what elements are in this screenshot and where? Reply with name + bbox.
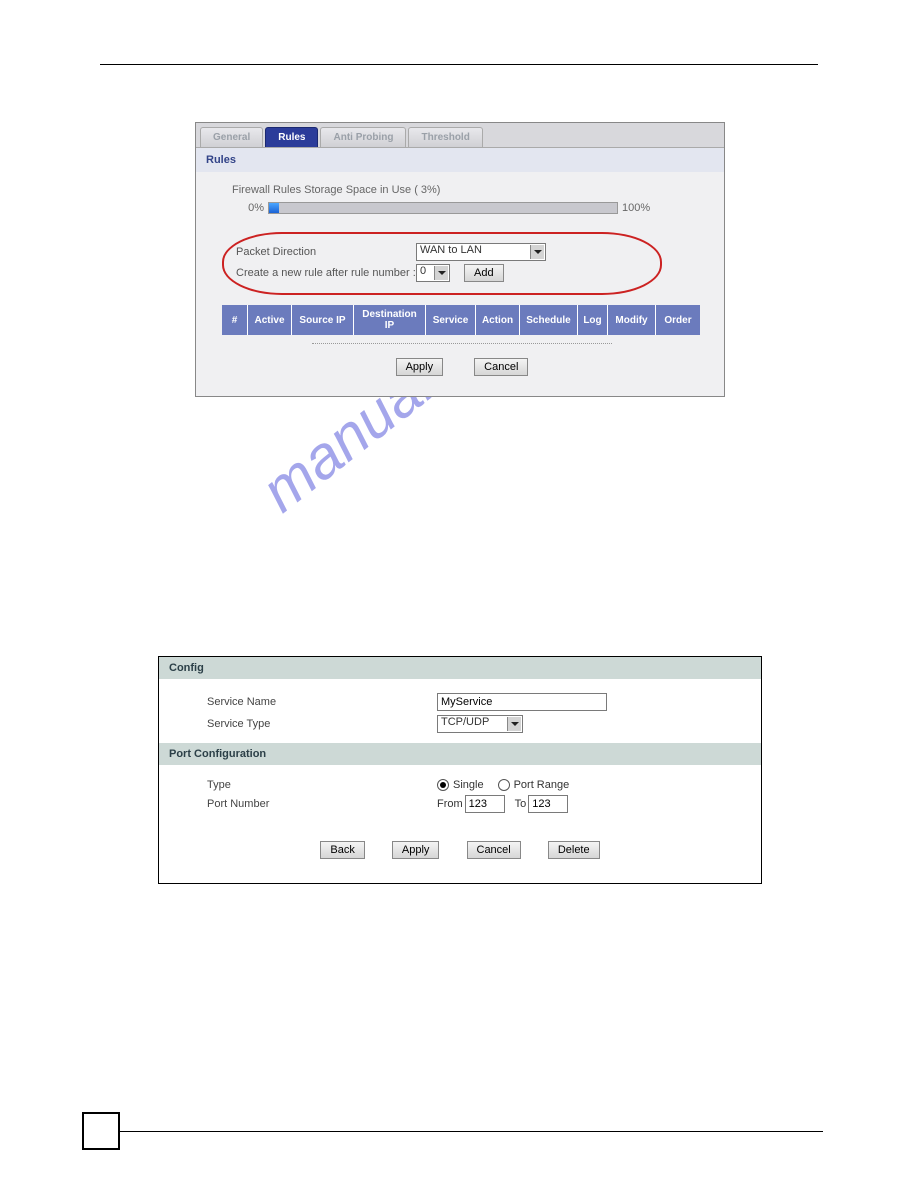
packet-direction-select[interactable]: WAN to LAN xyxy=(416,243,546,261)
storage-progress: 0% 100% xyxy=(240,202,702,214)
footer-rule xyxy=(120,1131,823,1132)
chevron-down-icon xyxy=(530,245,544,259)
col-active: Active xyxy=(248,305,292,335)
footer-page-box xyxy=(82,1112,120,1150)
config-section-header: Config xyxy=(159,657,761,679)
panel2-button-row: Back Apply Cancel Delete xyxy=(159,823,761,859)
radio-single[interactable]: Single xyxy=(437,779,484,791)
col-schedule: Schedule xyxy=(520,305,578,335)
tab-bar: General Rules Anti Probing Threshold xyxy=(196,123,724,148)
col-num: # xyxy=(222,305,248,335)
rules-section-header: Rules xyxy=(196,148,724,172)
page-top-rule xyxy=(100,64,818,65)
port-to-input[interactable] xyxy=(528,795,568,813)
rule-number-value: 0 xyxy=(420,265,426,277)
progress-track xyxy=(268,202,618,214)
packet-direction-value: WAN to LAN xyxy=(420,244,482,256)
col-log: Log xyxy=(578,305,608,335)
col-source-ip: Source IP xyxy=(292,305,354,335)
apply-button[interactable]: Apply xyxy=(396,358,444,376)
chevron-down-icon xyxy=(507,717,521,731)
radio-icon xyxy=(437,779,449,791)
radio-port-range[interactable]: Port Range xyxy=(498,779,570,791)
col-action: Action xyxy=(476,305,520,335)
radio-icon xyxy=(498,779,510,791)
add-button[interactable]: Add xyxy=(464,264,504,282)
col-service: Service xyxy=(426,305,476,335)
radio-single-label: Single xyxy=(453,779,484,791)
service-type-select[interactable]: TCP/UDP xyxy=(437,715,523,733)
rules-body: Firewall Rules Storage Space in Use ( 3%… xyxy=(196,172,724,396)
progress-fill xyxy=(269,203,279,213)
service-name-label: Service Name xyxy=(207,696,437,708)
col-order: Order xyxy=(656,305,700,335)
dotted-divider xyxy=(312,343,612,344)
panel1-button-row: Apply Cancel xyxy=(222,352,702,382)
apply-button[interactable]: Apply xyxy=(392,841,440,859)
delete-button[interactable]: Delete xyxy=(548,841,600,859)
service-type-value: TCP/UDP xyxy=(441,716,489,728)
port-number-label: Port Number xyxy=(207,798,437,810)
chevron-down-icon xyxy=(434,266,448,280)
tab-general[interactable]: General xyxy=(200,127,263,147)
port-config-section-header: Port Configuration xyxy=(159,743,761,765)
from-label: From xyxy=(437,798,463,810)
storage-usage-label: Firewall Rules Storage Space in Use ( 3%… xyxy=(232,184,702,196)
packet-direction-label: Packet Direction xyxy=(236,246,416,258)
rule-number-select[interactable]: 0 xyxy=(416,264,450,282)
tab-threshold[interactable]: Threshold xyxy=(408,127,482,147)
create-rule-label: Create a new rule after rule number : xyxy=(236,267,416,279)
highlighted-controls: Packet Direction WAN to LAN Create a new… xyxy=(222,232,662,295)
radio-port-range-label: Port Range xyxy=(514,779,570,791)
progress-100pct: 100% xyxy=(618,202,654,214)
service-type-label: Service Type xyxy=(207,718,437,730)
port-from-input[interactable] xyxy=(465,795,505,813)
progress-0pct: 0% xyxy=(240,202,268,214)
service-config-panel: Config Service Name Service Type TCP/UDP… xyxy=(158,656,762,884)
service-name-input[interactable] xyxy=(437,693,607,711)
cancel-button[interactable]: Cancel xyxy=(467,841,521,859)
col-destination-ip: Destination IP xyxy=(354,305,426,335)
tab-rules[interactable]: Rules xyxy=(265,127,318,147)
rules-table-header: # Active Source IP Destination IP Servic… xyxy=(222,305,702,335)
tab-anti-probing[interactable]: Anti Probing xyxy=(320,127,406,147)
col-modify: Modify xyxy=(608,305,656,335)
to-label: To xyxy=(515,798,527,810)
firewall-rules-panel: General Rules Anti Probing Threshold Rul… xyxy=(195,122,725,397)
back-button[interactable]: Back xyxy=(320,841,364,859)
cancel-button[interactable]: Cancel xyxy=(474,358,528,376)
type-label: Type xyxy=(207,779,437,791)
